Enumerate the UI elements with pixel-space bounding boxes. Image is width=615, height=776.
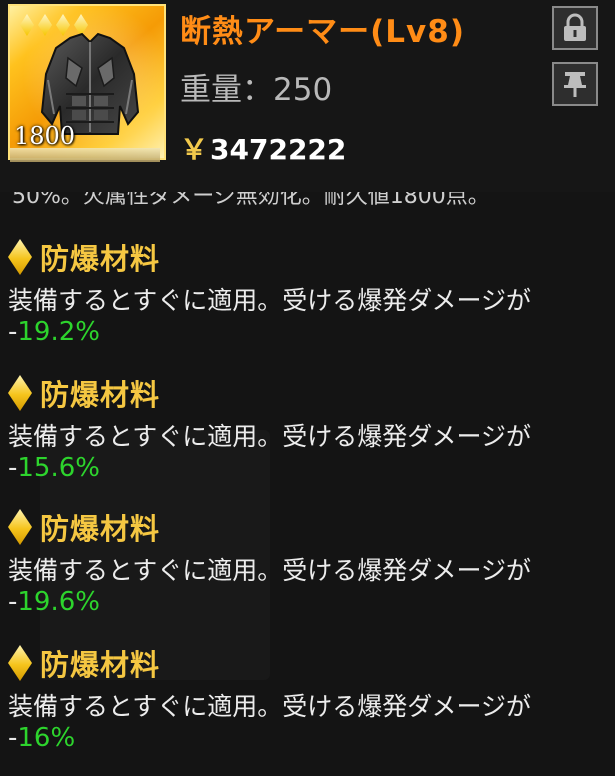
diamond-gem-icon bbox=[8, 645, 32, 681]
lock-button[interactable] bbox=[552, 6, 598, 50]
pin-icon bbox=[564, 72, 586, 97]
item-icon-frame: 1800 bbox=[8, 4, 166, 160]
item-name: 断熱アーマー(Lv8) bbox=[180, 14, 466, 50]
effect-item: 防爆材料 装備するとすぐに適用。受ける爆発ダメージが -19.6% bbox=[8, 508, 608, 618]
effect-name: 防爆材料 bbox=[40, 242, 161, 276]
effect-item: 防爆材料 装備するとすぐに適用。受ける爆発ダメージが -19.2% bbox=[8, 238, 608, 348]
effect-name: 防爆材料 bbox=[40, 512, 161, 546]
effect-value: -15.6% bbox=[8, 453, 100, 483]
item-icon-base bbox=[10, 148, 160, 162]
effect-value: -16% bbox=[8, 723, 76, 753]
item-quality-number: 1800 bbox=[14, 122, 76, 150]
truncated-description: 50%。火属性ダメージ無効化。耐久値1800点。 bbox=[12, 192, 490, 209]
diamond-gem-icon bbox=[8, 239, 32, 275]
item-header: 1800 断熱アーマー(Lv8) 重量：250 ￥3472222 bbox=[0, 0, 615, 192]
effect-item: 防爆材料 装備するとすぐに適用。受ける爆発ダメージが -16% bbox=[8, 644, 608, 754]
price-value: 3472222 bbox=[210, 133, 347, 166]
effect-name: 防爆材料 bbox=[40, 378, 161, 412]
item-weight: 重量：250 bbox=[180, 72, 333, 108]
effect-item: 防爆材料 装備するとすぐに適用。受ける爆発ダメージが -15.6% bbox=[8, 374, 608, 484]
effect-name: 防爆材料 bbox=[40, 648, 161, 682]
effect-description: 装備するとすぐに適用。受ける爆発ダメージが bbox=[8, 556, 532, 585]
pin-button[interactable] bbox=[552, 62, 598, 106]
diamond-gem-icon bbox=[8, 509, 32, 545]
item-price: ￥3472222 bbox=[180, 128, 346, 168]
effect-value: -19.6% bbox=[8, 587, 100, 617]
effect-description: 装備するとすぐに適用。受ける爆発ダメージが bbox=[8, 286, 532, 315]
diamond-gem-icon bbox=[8, 375, 32, 411]
effect-value: -19.2% bbox=[8, 317, 100, 347]
lock-icon bbox=[564, 13, 586, 41]
effect-description: 装備するとすぐに適用。受ける爆発ダメージが bbox=[8, 422, 532, 451]
effect-description: 装備するとすぐに適用。受ける爆発ダメージが bbox=[8, 692, 532, 721]
yen-icon: ￥ bbox=[180, 133, 209, 166]
